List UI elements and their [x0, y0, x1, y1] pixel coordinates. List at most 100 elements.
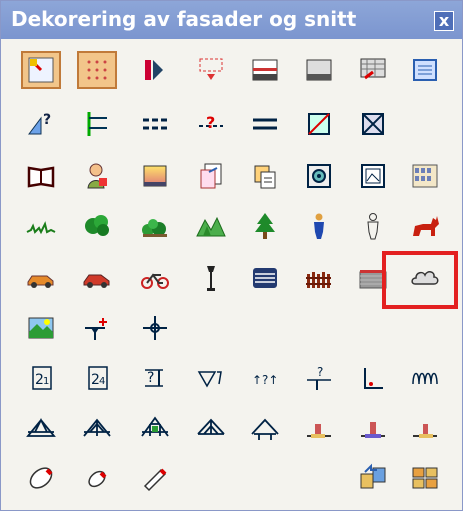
level-query-icon: ? [145, 369, 163, 387]
picture-frame-icon [361, 164, 385, 188]
tool-shrubs[interactable] [135, 207, 175, 245]
dashed-lines-icon [143, 118, 167, 130]
car-orange-icon [27, 275, 54, 288]
tool-facade-pattern[interactable] [405, 157, 445, 195]
tool-fence[interactable] [299, 259, 339, 297]
level-21-icon: 21 [32, 366, 52, 390]
tool-x-box[interactable] [353, 105, 393, 143]
tool-insulation[interactable] [405, 359, 445, 397]
svg-text:?: ? [317, 365, 323, 379]
tool-corner-line[interactable] [353, 359, 393, 397]
tool-copy-document[interactable] [191, 157, 231, 195]
tool-roof-truss-d[interactable] [191, 409, 231, 447]
close-button[interactable]: x [434, 11, 454, 31]
tool-dot-grid[interactable] [77, 51, 117, 89]
tool-roof-truss-b[interactable] [77, 409, 117, 447]
tool-cat[interactable] [405, 207, 445, 245]
tool-book[interactable] [21, 157, 61, 195]
tool-eraser-oval[interactable] [21, 459, 61, 497]
tool-street-lamp[interactable] [191, 259, 231, 297]
svg-text:?: ? [206, 113, 215, 132]
tool-level-query[interactable]: ? [135, 359, 175, 397]
tool-sheet-select[interactable] [21, 51, 61, 89]
tool-car-orange[interactable] [21, 259, 61, 297]
svg-text:↑?↑: ↑?↑ [252, 373, 278, 387]
tool-branch-lines[interactable] [77, 105, 117, 143]
eraser-pencil-icon [143, 468, 167, 492]
shrubs-icon [142, 219, 167, 237]
tool-blue-panel[interactable] [405, 51, 445, 89]
tool-dashed-lines[interactable] [135, 105, 175, 143]
foundation-c-icon [413, 424, 437, 438]
tool-foundation-c[interactable] [405, 409, 445, 447]
title-bar[interactable]: Dekorering av fasader og snitt x [1, 1, 462, 39]
foundation-a-icon [307, 424, 331, 438]
tool-gray-panel[interactable] [299, 51, 339, 89]
tool-tree[interactable] [245, 207, 285, 245]
tool-landscape[interactable] [191, 207, 231, 245]
tool-window-frame[interactable] [245, 51, 285, 89]
tool-foundation-a[interactable] [299, 409, 339, 447]
tool-eraser-small[interactable] [77, 459, 117, 497]
tool-blocks[interactable] [405, 459, 445, 497]
tool-grass[interactable] [21, 207, 61, 245]
line-query-icon: ? [199, 113, 223, 132]
insulation-icon [412, 372, 438, 385]
tool-level-down[interactable]: ? [299, 359, 339, 397]
roof-truss-d-icon [197, 418, 225, 435]
tool-export[interactable] [353, 459, 393, 497]
tool-roof-truss-e[interactable] [245, 409, 285, 447]
tool-line-query[interactable]: ? [191, 105, 231, 143]
stacked-lines-icon [253, 268, 277, 288]
tool-gradient-box[interactable] [135, 157, 175, 195]
tool-roof-truss-c[interactable] [135, 409, 175, 447]
eraser-oval-icon [29, 467, 53, 489]
tool-eraser-pencil[interactable] [135, 459, 175, 497]
brick-pattern-icon [360, 58, 386, 80]
tool-picture-frame[interactable] [353, 157, 393, 195]
street-lamp-icon [207, 266, 215, 291]
tool-measure-query[interactable]: ? [21, 105, 61, 143]
tool-level-marker[interactable] [77, 309, 117, 347]
svg-text:?: ? [147, 370, 154, 386]
tool-height-query[interactable]: ↑?↑ [245, 359, 285, 397]
foundation-b-icon [361, 422, 385, 438]
tool-dashed-dropdown[interactable] [191, 51, 231, 89]
tool-foundation-b[interactable] [353, 409, 393, 447]
corner-line-icon [364, 368, 383, 389]
roof-truss-a-icon [26, 417, 56, 437]
tool-slope-marker[interactable] [191, 359, 231, 397]
mirror-icon [145, 60, 163, 80]
tool-car-red[interactable] [77, 259, 117, 297]
landscape-photo-icon [28, 317, 54, 339]
copy-document-icon [200, 163, 222, 189]
tree-icon [255, 213, 275, 239]
tool-landscape-photo[interactable] [21, 309, 61, 347]
tool-mirror[interactable] [135, 51, 175, 89]
tool-level-21[interactable]: 21 [21, 359, 61, 397]
height-query-icon: ↑?↑ [252, 373, 278, 387]
tool-person[interactable] [77, 157, 117, 195]
blue-panel-icon [413, 59, 437, 81]
tool-level-24[interactable]: 24 [77, 359, 117, 397]
gray-panel-icon [306, 59, 332, 81]
roof-truss-c-icon [141, 416, 169, 437]
tool-outline-figure[interactable] [353, 207, 393, 245]
dot-grid-icon [87, 60, 107, 80]
tool-bicycle[interactable] [135, 259, 175, 297]
tool-crossed-box[interactable] [299, 105, 339, 143]
tool-bush[interactable] [77, 207, 117, 245]
tool-crosshair[interactable] [135, 309, 175, 347]
tool-brick-pattern[interactable] [353, 51, 393, 89]
tool-stacked-lines[interactable] [245, 259, 285, 297]
bicycle-icon [141, 273, 169, 289]
tool-human-figure[interactable] [299, 207, 339, 245]
tool-roof-truss-a[interactable] [21, 409, 61, 447]
eraser-small-icon [88, 470, 107, 488]
tool-double-line[interactable] [245, 105, 285, 143]
window-frame-icon [252, 59, 278, 81]
tool-duplicate[interactable] [245, 157, 285, 195]
tool-target-box[interactable] [299, 157, 339, 195]
duplicate-icon [254, 165, 276, 189]
crossed-box-icon [308, 113, 330, 135]
